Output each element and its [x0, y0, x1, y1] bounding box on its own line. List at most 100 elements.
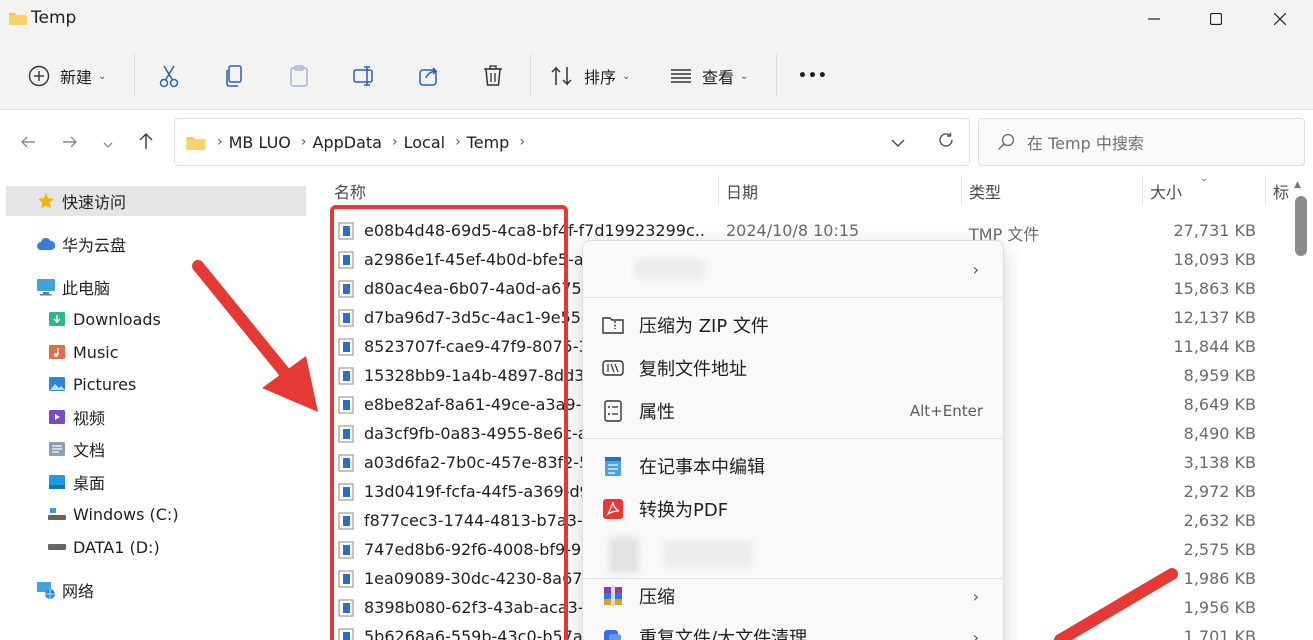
refresh-icon [937, 131, 955, 153]
column-divider[interactable] [718, 175, 719, 205]
copy-button[interactable] [224, 60, 244, 92]
column-header-date[interactable]: 日期 [726, 179, 758, 203]
recent-locations-button[interactable] [94, 129, 122, 157]
toolbar-divider [530, 54, 531, 96]
column-header-tags[interactable]: 标 [1273, 179, 1289, 203]
file-size: 18,093 KB [1173, 250, 1256, 269]
more-icon: ••• [798, 68, 828, 84]
close-button[interactable] [1248, 0, 1312, 38]
new-button[interactable]: 新建 ⌄ [28, 60, 106, 92]
drive-icon [47, 537, 67, 557]
sidebar-item-huawei-cloud[interactable]: 华为云盘 [36, 229, 126, 259]
back-button[interactable] [14, 129, 42, 157]
chevron-down-icon [891, 133, 905, 152]
refresh-button[interactable] [937, 131, 955, 153]
column-divider[interactable] [1265, 175, 1266, 205]
sidebar-item-music[interactable]: Music [47, 337, 119, 367]
network-icon [36, 580, 56, 600]
compress-item[interactable]: 压缩 › [583, 576, 1003, 616]
sidebar-item-label: Windows (C:) [73, 504, 179, 524]
cleanup-icon [601, 625, 625, 640]
toolbar-divider [776, 54, 777, 96]
sidebar-item-downloads[interactable]: Downloads [47, 304, 161, 334]
chevron-right-icon: › [972, 586, 979, 606]
music-icon [47, 342, 67, 362]
maximize-icon [1209, 10, 1223, 29]
context-menu-item-blurred[interactable] [583, 535, 1003, 575]
properties-label: 属性 [639, 402, 675, 423]
rename-icon [352, 65, 376, 87]
breadcrumb-item[interactable]: AppData [313, 133, 382, 152]
command-bar: 新建 ⌄ 排序 ⌄ 查看 ⌄ ••• [0, 40, 1313, 110]
address-bar[interactable]: › MB LUO › AppData › Local › Temp › [174, 118, 970, 166]
file-size: 2,632 KB [1183, 511, 1256, 530]
more-options-button[interactable]: ••• [798, 60, 828, 92]
sidebar-item-this-pc[interactable]: 此电脑 [36, 272, 110, 302]
desktop-icon [47, 472, 67, 492]
star-icon [36, 191, 56, 211]
sidebar-item-desktop[interactable]: 桌面 [47, 467, 105, 497]
computer-icon [36, 277, 56, 297]
column-divider[interactable] [961, 175, 962, 205]
sidebar-item-documents[interactable]: 文档 [47, 434, 105, 464]
edit-in-notepad-item[interactable]: 在记事本中编辑 [583, 446, 1003, 486]
share-button[interactable] [418, 60, 440, 92]
arrow-right-icon [62, 133, 78, 154]
sidebar-item-label: 桌面 [73, 474, 106, 493]
up-button[interactable] [132, 129, 160, 157]
scissors-icon [158, 64, 180, 88]
copy-path-item[interactable]: 复制文件地址 [583, 348, 1003, 388]
file-size: 12,137 KB [1173, 308, 1256, 327]
sidebar-item-videos[interactable]: 视频 [47, 402, 105, 432]
breadcrumb-item[interactable]: Temp [467, 133, 510, 152]
scroll-up-icon[interactable]: ▲ [1294, 180, 1301, 190]
compress-zip-item[interactable]: 压缩为 ZIP 文件 [583, 305, 1003, 345]
context-menu-item-blurred[interactable]: › [583, 249, 1003, 289]
context-menu: › 压缩为 ZIP 文件 复制文件地址 属性 Alt+Enter 在记事本中编辑… [582, 240, 1004, 640]
file-size: 8,490 KB [1183, 424, 1256, 443]
search-input[interactable]: 在 Temp 中搜索 [978, 118, 1305, 166]
sidebar-item-drive-d[interactable]: DATA1 (D:) [47, 532, 160, 562]
paste-icon [288, 64, 310, 88]
forward-button[interactable] [56, 129, 84, 157]
delete-button[interactable] [482, 60, 504, 92]
view-button[interactable]: 查看 ⌄ [670, 60, 748, 92]
sort-icon [550, 65, 574, 87]
chevron-down-icon: ⌄ [740, 70, 749, 82]
file-size: 15,863 KB [1173, 279, 1256, 298]
menu-separator [583, 297, 1003, 298]
paste-button[interactable] [288, 60, 310, 92]
address-history-button[interactable] [891, 133, 905, 152]
rename-button[interactable] [352, 60, 376, 92]
file-size: 8,959 KB [1183, 366, 1256, 385]
breadcrumb-item[interactable]: MB LUO [229, 133, 291, 152]
sidebar-item-pictures[interactable]: Pictures [47, 369, 136, 399]
convert-to-pdf-item[interactable]: 转换为PDF [583, 489, 1003, 529]
scrollbar-thumb[interactable] [1295, 196, 1307, 256]
breadcrumb-item[interactable]: Local [404, 133, 445, 152]
properties-item[interactable]: 属性 Alt+Enter [583, 391, 1003, 431]
pictures-icon [47, 374, 67, 394]
sidebar-item-drive-c[interactable]: Windows (C:) [47, 499, 179, 529]
copy-icon [224, 64, 244, 88]
cloud-icon [36, 234, 56, 254]
maximize-button[interactable] [1184, 0, 1248, 38]
duplicate-cleanup-item[interactable]: 重复文件/大文件清理 › [583, 617, 1003, 640]
sort-button[interactable]: 排序 ⌄ [550, 60, 630, 92]
column-header-size[interactable]: 大小 [1150, 179, 1182, 203]
file-size: 11,844 KB [1173, 337, 1256, 356]
notepad-icon [601, 454, 625, 478]
sidebar-item-network[interactable]: 网络 [36, 575, 94, 605]
cut-button[interactable] [158, 60, 180, 92]
column-divider[interactable] [1142, 175, 1143, 205]
window-title: Temp [31, 8, 77, 28]
sidebar-item-quick-access[interactable]: 快速访问 [6, 186, 306, 216]
chevron-down-icon: ⌄ [98, 70, 107, 82]
column-header-name[interactable]: 名称 [334, 179, 366, 203]
column-header-type[interactable]: 类型 [969, 179, 1001, 203]
minimize-button[interactable] [1122, 0, 1186, 38]
sidebar-item-label: 网络 [62, 582, 95, 601]
copy-path-label: 复制文件地址 [639, 359, 747, 380]
sidebar-item-label: Music [73, 342, 119, 362]
view-label: 查看 [702, 68, 735, 87]
